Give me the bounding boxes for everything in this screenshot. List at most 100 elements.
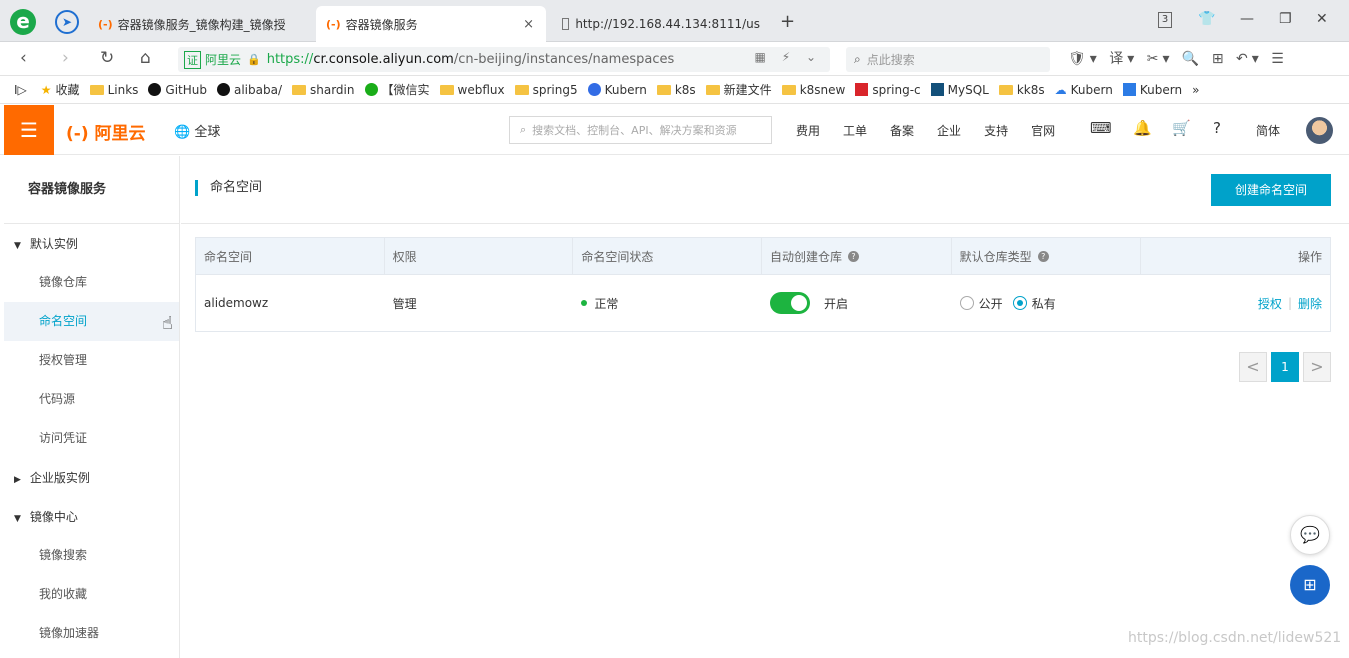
authorize-link[interactable]: 授权: [1258, 295, 1282, 312]
header-link-icp[interactable]: 备案: [890, 122, 914, 139]
bookmark-item[interactable]: ☁ Kubern: [1055, 83, 1113, 97]
avatar[interactable]: [1306, 117, 1333, 144]
help-icon[interactable]: ?: [1037, 250, 1049, 262]
forward-icon[interactable]: ›: [62, 48, 69, 68]
sq-blue-icon: [1122, 83, 1136, 96]
close-tab-icon[interactable]: ×: [523, 17, 534, 32]
restore-icon[interactable]: ❐: [1279, 11, 1292, 27]
terminal-icon[interactable]: ⌨: [1090, 119, 1112, 137]
folder-icon: [89, 84, 104, 95]
bookmark-item[interactable]: MySQL: [930, 83, 989, 97]
column-header-label: 自动创建仓库: [770, 249, 843, 264]
bookmark-item[interactable]: shardin: [292, 83, 355, 97]
bookmark-item[interactable]: kk8s: [998, 82, 1045, 97]
chat-icon[interactable]: 💬: [1290, 515, 1330, 555]
auto-create-toggle[interactable]: [770, 292, 811, 314]
bookmark-label: kk8s: [1016, 82, 1045, 97]
bookmark-item[interactable]: Links: [89, 83, 138, 97]
bookmarks-toggle-icon[interactable]: I▷: [14, 83, 27, 97]
next-page-button[interactable]: >: [1303, 352, 1331, 382]
close-window-icon[interactable]: ✕: [1316, 11, 1328, 27]
bookmark-item[interactable]: k8s: [656, 83, 696, 97]
shirt-skin-icon[interactable]: 👕: [1198, 11, 1215, 27]
header-link-billing[interactable]: 费用: [796, 122, 820, 139]
header-link-enterprise[interactable]: 企业: [937, 122, 961, 139]
sidebar-item-repositories[interactable]: 镜像仓库: [4, 263, 179, 302]
home-icon[interactable]: ⌂: [140, 48, 151, 68]
region-label: 全球: [194, 125, 221, 140]
radio-private[interactable]: [1012, 296, 1027, 310]
header-link-ticket[interactable]: 工单: [843, 122, 867, 139]
sidebar-item-authorization[interactable]: 授权管理: [4, 341, 179, 380]
bookmark-item[interactable]: spring5: [514, 83, 578, 97]
sidebar-item-image-search[interactable]: 镜像搜索: [4, 536, 179, 575]
console-search-input[interactable]: ⌕ 搜索文档、控制台、API、解决方案和资源: [509, 116, 772, 144]
create-namespace-button[interactable]: 创建命名空间: [1211, 174, 1331, 206]
radio-private-label[interactable]: 私有: [1032, 295, 1056, 312]
bookmark-item[interactable]: GitHub: [148, 83, 207, 97]
browser-tab-3[interactable]: http://192.168.44.134:8111/us: [552, 6, 770, 42]
help-icon[interactable]: ?: [848, 250, 860, 262]
bookmark-item[interactable]: Kubern: [587, 83, 647, 97]
new-tab-button[interactable]: +: [780, 11, 795, 32]
globe-icon: 🌐: [174, 125, 191, 140]
bookmark-item[interactable]: webflux: [439, 83, 505, 97]
bell-icon[interactable]: 🔔: [1133, 119, 1152, 137]
sidebar-group-label: 镜像中心: [29, 510, 78, 524]
url-field[interactable]: 证 阿里云 🔒 https:// cr.console.aliyun.com /…: [178, 47, 830, 72]
aliyun-logo[interactable]: (-) 阿里云: [66, 119, 146, 144]
page-title: 命名空间: [195, 180, 262, 196]
search-icon: ⌕: [520, 123, 527, 136]
bookmark-item[interactable]: spring-c: [855, 83, 921, 97]
browser-logo-icon[interactable]: e: [10, 9, 36, 35]
sidebar-item-namespaces[interactable]: 命名空间: [4, 302, 179, 341]
apps-icon[interactable]: ⊞: [1290, 565, 1330, 605]
back-icon[interactable]: ‹: [20, 48, 27, 68]
certificate-icon: 证: [184, 50, 201, 69]
url-path: /cn-beijing/instances/namespaces: [453, 52, 675, 67]
prev-page-button[interactable]: <: [1239, 352, 1267, 382]
sidebar-item-accelerator[interactable]: 镜像加速器: [4, 614, 179, 653]
bookmark-item[interactable]: alibaba/: [216, 83, 282, 97]
bookmark-item[interactable]: Kubern: [1122, 82, 1183, 97]
sidebar-group-image-center[interactable]: ▼ 镜像中心: [4, 499, 179, 536]
folder-icon: [781, 84, 796, 95]
sidebar-group-default-instance[interactable]: ▼ 默认实例: [4, 226, 179, 263]
browser-search-input[interactable]: ⌕ 点此搜索: [846, 47, 1050, 72]
bookmark-label: k8snew: [799, 82, 846, 97]
header-link-website[interactable]: 官网: [1031, 122, 1055, 139]
reload-icon[interactable]: ↻: [100, 48, 114, 68]
minimize-icon[interactable]: —: [1240, 11, 1254, 27]
radio-public-label[interactable]: 公开: [979, 295, 1003, 312]
sidebar-item-code-source[interactable]: 代码源: [4, 380, 179, 419]
url-tools-icons[interactable]: ▦ ⚡ ⌄: [755, 50, 822, 64]
browser-tab-2-active[interactable]: (-) 容器镜像服务 ×: [316, 6, 546, 42]
delete-link[interactable]: 删除: [1298, 295, 1322, 312]
action-separator: |: [1287, 296, 1292, 310]
menu-icon[interactable]: ☰: [4, 105, 54, 155]
folder-icon: [998, 84, 1013, 95]
table-header: 命名空间 权限 命名空间状态 自动创建仓库 ? 默认仓库类型 ? 操作: [196, 238, 1330, 275]
bookmark-item[interactable]: ★ 收藏: [41, 81, 80, 98]
sidebar-group-enterprise-instance[interactable]: ▶ 企业版实例: [4, 460, 179, 497]
cart-icon[interactable]: 🛒: [1172, 119, 1191, 137]
help-icon[interactable]: ?: [1213, 119, 1221, 137]
page-1-button[interactable]: 1: [1271, 352, 1299, 382]
bookmark-label: Kubern: [1139, 82, 1183, 97]
navigate-icon[interactable]: ➤: [55, 10, 79, 34]
extension-icons[interactable]: 🛡▾ 译▾ ✂▾ 🔍 ⊞ ↶▾ ☰: [1068, 48, 1288, 68]
bookmark-item[interactable]: 【微信实: [364, 81, 430, 98]
bookmark-item[interactable]: k8snew: [781, 82, 846, 97]
language-switch[interactable]: 简体: [1256, 122, 1280, 139]
tab-count-icon[interactable]: 3: [1158, 12, 1172, 28]
browser-tab-1[interactable]: (-) 容器镜像服务_镜像构建_镜像授: [88, 6, 310, 42]
header-link-support[interactable]: 支持: [984, 122, 1008, 139]
cell-permission: 管理: [392, 296, 417, 311]
bookmark-item[interactable]: 新建文件: [705, 81, 772, 98]
radio-public[interactable]: [959, 296, 974, 310]
region-selector[interactable]: 🌐 全球: [174, 121, 220, 140]
sidebar-item-credentials[interactable]: 访问凭证: [4, 419, 179, 458]
bookmarks-more-icon[interactable]: »: [1192, 83, 1199, 97]
sidebar-item-favorites[interactable]: 我的收藏: [4, 575, 179, 614]
column-header-auto-create: 自动创建仓库 ?: [762, 238, 952, 274]
